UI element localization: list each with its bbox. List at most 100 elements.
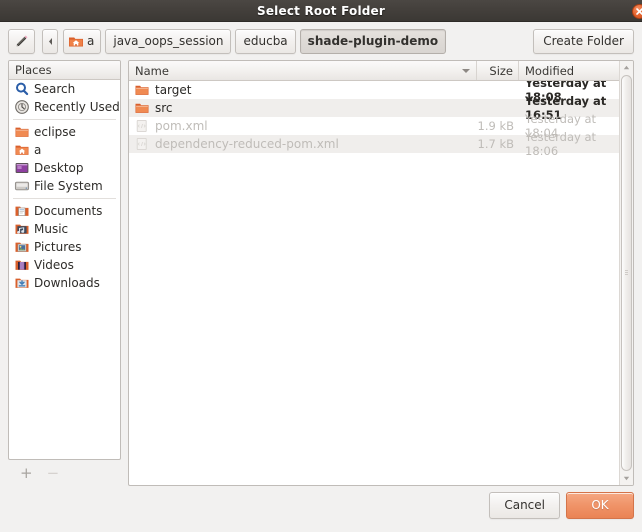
pictures-icon <box>15 242 29 252</box>
places-header: Places <box>9 61 120 80</box>
title-bar: Select Root Folder <box>0 0 642 22</box>
sidebar-item-label: Search <box>34 82 76 96</box>
create-folder-button[interactable]: Create Folder <box>533 28 634 54</box>
file-name-label: target <box>155 83 192 97</box>
column-header-size-label: Size <box>489 63 513 78</box>
places-actions: + − <box>8 460 121 486</box>
home-folder-icon <box>15 145 29 155</box>
sidebar-item-label: Pictures <box>34 240 82 254</box>
desktop-icon <box>15 163 29 173</box>
file-size-cell: 1.7 kB <box>477 137 515 151</box>
documents-icon <box>15 206 29 216</box>
ok-label: OK <box>591 498 609 512</box>
cancel-label: Cancel <box>504 498 545 512</box>
scrollbar-thumb[interactable] <box>621 75 632 471</box>
sidebar-item-label: Documents <box>34 204 103 218</box>
downloads-icon <box>15 278 29 288</box>
vertical-scrollbar[interactable] <box>619 61 633 485</box>
chevron-down-icon <box>623 476 630 481</box>
sidebar-item-downloads[interactable]: Downloads <box>9 274 120 292</box>
sidebar-item-documents[interactable]: Documents <box>9 202 120 220</box>
sidebar-item-recently-used[interactable]: Recently Used <box>9 98 120 116</box>
select-root-folder-dialog: Select Root Folder a java_oops_session e… <box>0 0 642 532</box>
music-icon <box>15 224 29 234</box>
cancel-button[interactable]: Cancel <box>489 491 560 519</box>
sidebar-item-label: Videos <box>34 258 74 272</box>
places-separator <box>13 198 116 199</box>
chevron-up-icon <box>623 65 630 70</box>
sidebar-item-label: Music <box>34 222 69 236</box>
create-folder-label: Create Folder <box>543 34 624 48</box>
pencil-icon <box>15 35 27 47</box>
places-column: Places Search Recently Used eclipse a De… <box>8 60 121 486</box>
ok-button[interactable]: OK <box>566 491 634 519</box>
sidebar-item-a[interactable]: a <box>9 141 120 159</box>
scroll-down-button[interactable] <box>620 472 633 485</box>
path-button-label: java_oops_session <box>113 34 224 48</box>
places-panel: Places Search Recently Used eclipse a De… <box>8 60 121 460</box>
recent-clock-icon <box>15 100 29 114</box>
sidebar-item-videos[interactable]: Videos <box>9 256 120 274</box>
column-header-modified-label: Modified <box>525 63 575 78</box>
sidebar-item-label: Downloads <box>34 276 100 290</box>
column-header-size[interactable]: Size <box>477 61 519 80</box>
dialog-body: Places Search Recently Used eclipse a De… <box>0 60 642 486</box>
sidebar-item-search[interactable]: Search <box>9 80 120 98</box>
file-name-cell: dependency-reduced-pom.xml <box>129 136 477 152</box>
close-icon[interactable] <box>632 4 642 19</box>
sidebar-item-file-system[interactable]: File System <box>9 177 120 195</box>
table-row[interactable]: dependency-reduced-pom.xml 1.7 kB Yester… <box>129 130 619 158</box>
sidebar-item-label: eclipse <box>34 125 76 139</box>
sidebar-item-label: Desktop <box>34 161 84 175</box>
window-title: Select Root Folder <box>256 3 386 18</box>
path-button-home-label: a <box>87 34 95 48</box>
file-list-header: Name Size Modified <box>129 61 619 81</box>
scrollbar-track[interactable] <box>620 74 633 472</box>
column-header-modified[interactable]: Modified <box>519 61 619 80</box>
folder-icon <box>135 85 149 95</box>
path-button-shade-plugin-demo[interactable]: shade-plugin-demo <box>299 28 447 54</box>
filelist-column: Name Size Modified target Yesterday at 1… <box>121 60 634 486</box>
column-header-name-label: Name <box>135 63 169 78</box>
drive-icon <box>14 181 30 191</box>
path-button-label: shade-plugin-demo <box>307 34 439 48</box>
file-size-cell: 1.9 kB <box>477 119 515 133</box>
xml-file-icon <box>136 137 147 151</box>
file-name-label: dependency-reduced-pom.xml <box>155 137 339 151</box>
file-name-label: src <box>155 101 173 115</box>
scroll-up-button[interactable] <box>620 61 633 74</box>
places-separator <box>13 119 116 120</box>
sidebar-item-desktop[interactable]: Desktop <box>9 159 120 177</box>
path-back-button[interactable] <box>42 28 58 54</box>
remove-bookmark-button[interactable]: − <box>47 465 60 481</box>
chevron-left-icon <box>48 37 52 45</box>
sidebar-item-label: Recently Used <box>34 100 120 114</box>
file-list-panel: Name Size Modified target Yesterday at 1… <box>128 60 634 486</box>
home-folder-icon <box>69 37 83 47</box>
sidebar-item-eclipse[interactable]: eclipse <box>9 123 120 141</box>
file-modified-cell: Yesterday at 18:06 <box>525 130 597 158</box>
scrollbar-grip <box>625 270 628 276</box>
breadcrumb: a java_oops_session educba shade-plugin-… <box>63 28 450 54</box>
path-button-java_oops_session[interactable]: java_oops_session <box>105 28 232 54</box>
sidebar-item-label: a <box>34 143 42 157</box>
location-toggle-button[interactable] <box>8 28 35 54</box>
file-list-rows: target Yesterday at 18:08 src Yesterday … <box>129 81 619 485</box>
add-bookmark-button[interactable]: + <box>20 465 33 481</box>
file-list-main: Name Size Modified target Yesterday at 1… <box>129 61 619 485</box>
places-header-label: Places <box>15 63 52 77</box>
sidebar-item-music[interactable]: Music <box>9 220 120 238</box>
path-button-educba[interactable]: educba <box>235 28 296 54</box>
xml-file-icon <box>136 119 147 133</box>
folder-icon <box>15 127 29 137</box>
file-name-cell: src <box>129 100 477 116</box>
file-name-cell: target <box>129 82 477 98</box>
path-button-home[interactable]: a <box>63 28 102 54</box>
file-name-label: pom.xml <box>155 119 208 133</box>
folder-icon <box>135 103 149 113</box>
column-header-name[interactable]: Name <box>129 61 477 80</box>
close-glyph <box>636 8 642 15</box>
sidebar-item-pictures[interactable]: Pictures <box>9 238 120 256</box>
file-list-inner: Name Size Modified target Yesterday at 1… <box>129 61 633 485</box>
dialog-footer: Cancel OK <box>0 486 642 532</box>
